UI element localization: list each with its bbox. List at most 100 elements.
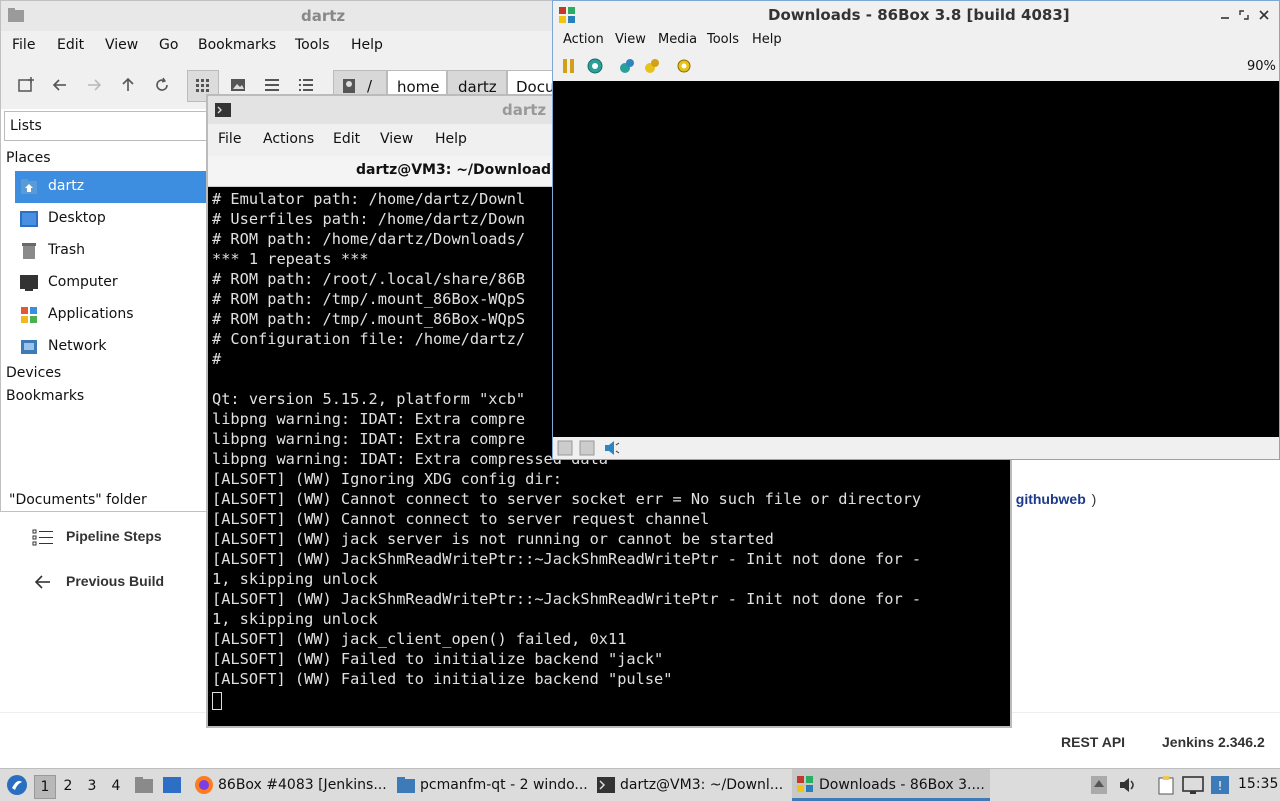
fm-menu-tools[interactable]: Tools: [295, 37, 330, 53]
rest-api-link[interactable]: REST API: [1061, 734, 1125, 750]
ctrl-alt-del-icon[interactable]: [586, 57, 604, 75]
terminal-line: # ROM path: /tmp/.mount_86Box-WQpS: [212, 310, 526, 328]
file-manager-launcher-icon[interactable]: [134, 776, 154, 794]
terminal-icon: [597, 777, 615, 793]
close-icon[interactable]: [1259, 10, 1269, 20]
terminal-icon: [215, 103, 231, 117]
trash-icon: [22, 243, 36, 259]
86box-titlebar[interactable]: Downloads - 86Box 3.8 [build 4083]: [553, 1, 1279, 29]
zoom-level: 90%: [1247, 59, 1276, 74]
86box-menu-view[interactable]: View: [615, 32, 646, 47]
fm-menu-file[interactable]: File: [12, 37, 35, 53]
fm-menu-go[interactable]: Go: [159, 37, 178, 53]
terminal-line: 1, skipping unlock: [212, 570, 378, 588]
arrow-left-icon: [52, 79, 66, 91]
settings-icon[interactable]: [675, 57, 693, 75]
tray-up-arrow-icon[interactable]: [1090, 775, 1108, 795]
terminal-line: [ALSOFT] (WW) jack_client_open() failed,…: [212, 630, 627, 648]
sidebar-item-desktop[interactable]: Desktop: [15, 203, 207, 235]
githubweb-link[interactable]: githubweb: [1016, 491, 1086, 507]
network-icon: [21, 340, 37, 354]
task-label: 86Box #4083 [Jenkins...: [218, 777, 387, 793]
hard-disk-icon[interactable]: [579, 440, 595, 456]
desktop-switch-2[interactable]: 2: [58, 775, 78, 797]
task-label: pcmanfm-qt - 2 windo...: [420, 777, 588, 793]
86box-menu-media[interactable]: Media: [658, 32, 697, 47]
minimize-icon[interactable]: [1220, 10, 1230, 20]
jenkins-version-link[interactable]: Jenkins 2.346.2: [1162, 734, 1265, 750]
arrow-right-icon: [88, 79, 102, 91]
notification-icon[interactable]: !: [1210, 775, 1230, 795]
forward-button[interactable]: [79, 70, 109, 100]
maximize-icon[interactable]: [1239, 10, 1249, 20]
terminal-cursor: [212, 692, 222, 710]
sidebar-item-network[interactable]: Network: [15, 331, 207, 363]
task-terminal[interactable]: dartz@VM3: ~/Downl...: [594, 769, 790, 801]
pause-icon[interactable]: [561, 57, 577, 75]
fm-menu-edit[interactable]: Edit: [57, 37, 84, 53]
volume-icon[interactable]: [1118, 775, 1138, 795]
home-folder-icon: [21, 179, 37, 194]
emulator-screen[interactable]: [553, 81, 1279, 437]
term-menu-file[interactable]: File: [218, 131, 241, 147]
term-menu-view[interactable]: View: [380, 131, 413, 147]
previous-build-link[interactable]: Previous Build: [32, 571, 202, 593]
term-menu-help[interactable]: Help: [435, 131, 467, 147]
bookmarks-heading[interactable]: Bookmarks: [6, 388, 84, 404]
term-menu-edit[interactable]: Edit: [333, 131, 360, 147]
side-pane-mode-select[interactable]: Lists: [4, 111, 209, 141]
start-menu-icon[interactable]: [6, 774, 28, 796]
hard-reset-icon[interactable]: [643, 57, 661, 75]
fm-titlebar[interactable]: dartz: [1, 1, 553, 31]
reload-button[interactable]: [147, 70, 177, 100]
sidebar-item-label: dartz: [48, 178, 85, 194]
sidebar-item-label: Computer: [48, 274, 118, 290]
image-icon: [231, 79, 245, 91]
sidebar-item-applications[interactable]: Applications: [15, 299, 207, 331]
terminal-line: [ALSOFT] (WW) jack server is not running…: [212, 530, 774, 548]
86box-statusbar: [553, 437, 1279, 459]
term-menu-actions[interactable]: Actions: [263, 131, 314, 147]
clipboard-icon[interactable]: [1156, 775, 1176, 795]
86box-icon: [559, 7, 575, 23]
show-desktop-icon[interactable]: [162, 776, 182, 794]
fm-menu-help[interactable]: Help: [351, 37, 383, 53]
terminal-line: Qt: version 5.15.2, platform "xcb": [212, 390, 526, 408]
86box-menu-action[interactable]: Action: [563, 32, 604, 47]
sidebar-item-computer[interactable]: Computer: [15, 267, 207, 299]
clock: 15:35: [1238, 776, 1279, 792]
terminal-tab-title: dartz@VM3: ~/Downloads: [356, 162, 560, 178]
sidebar-item-trash[interactable]: Trash: [15, 235, 207, 267]
sidebar-item-dartz[interactable]: dartz: [15, 171, 207, 203]
grid-icon: [196, 79, 209, 92]
task-firefox[interactable]: 86Box #4083 [Jenkins...: [190, 769, 390, 801]
fm-menu-view[interactable]: View: [105, 37, 138, 53]
task-label: Downloads - 86Box 3....: [819, 777, 985, 793]
desktop-switch-4[interactable]: 4: [106, 775, 126, 797]
floppy-icon[interactable]: [557, 440, 573, 456]
devices-heading[interactable]: Devices: [6, 365, 61, 381]
pipeline-steps-link[interactable]: Pipeline Steps: [32, 526, 202, 548]
terminal-line: [ALSOFT] (WW) Failed to initialize backe…: [212, 670, 673, 688]
terminal-line: #: [212, 350, 222, 368]
up-button[interactable]: [113, 70, 143, 100]
ctrl-alt-esc-icon[interactable]: [618, 57, 636, 75]
86box-menu-tools[interactable]: Tools: [707, 32, 739, 47]
display-icon[interactable]: [1182, 775, 1204, 795]
terminal-line: [ALSOFT] (WW) Ignoring XDG config dir:: [212, 470, 562, 488]
task-pcmanfm[interactable]: pcmanfm-qt - 2 windo...: [394, 769, 590, 801]
path-root-label: /: [367, 77, 373, 95]
terminal-title: dartz: [502, 101, 547, 119]
86box-window: Downloads - 86Box 3.8 [build 4083] Actio…: [552, 0, 1280, 460]
86box-menu-help[interactable]: Help: [752, 32, 782, 47]
task-86box[interactable]: Downloads - 86Box 3....: [792, 769, 990, 801]
new-tab-button[interactable]: [11, 70, 41, 100]
places-heading[interactable]: Places: [6, 150, 51, 166]
terminal-line: # Userfiles path: /home/dartz/Down: [212, 210, 526, 228]
back-button[interactable]: [45, 70, 75, 100]
side-pane-mode-label: Lists: [10, 118, 42, 134]
desktop-switch-3[interactable]: 3: [82, 775, 102, 797]
desktop-switch-1[interactable]: 1: [34, 775, 56, 799]
sound-icon[interactable]: [603, 439, 621, 457]
fm-menu-bookmarks[interactable]: Bookmarks: [198, 37, 276, 53]
